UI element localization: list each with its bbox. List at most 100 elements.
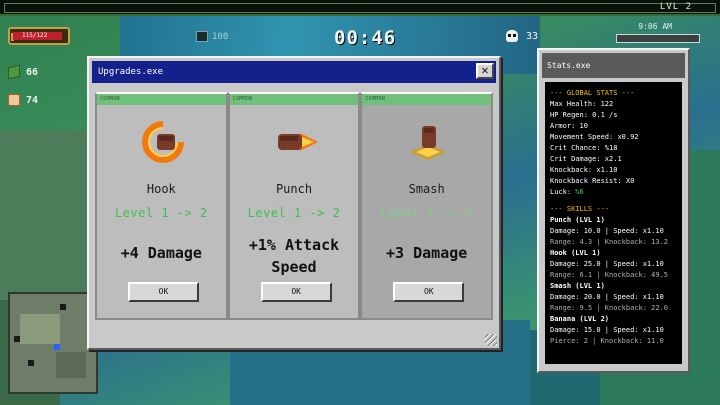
global-stat-row: Max Health: 122 (550, 99, 677, 110)
global-stat-label: Knockback Resist: (550, 177, 626, 185)
upgrade-level: Level 1 -> 2 (380, 206, 474, 220)
background-block (0, 130, 90, 300)
upgrades-title: Upgrades.exe (98, 67, 164, 77)
minimap-terrain (20, 314, 60, 344)
global-stat-row: Crit Chance: %18 (550, 143, 677, 154)
global-stat-value: %6 (575, 188, 584, 196)
global-stats-list: Max Health: 122 HP Regen: 0.1 /s Armor: 10… (550, 99, 677, 198)
minimap-enemy (14, 336, 20, 342)
skill-stat-name: Smash (LVL 1) (550, 282, 605, 290)
rarity-label: COMMON (229, 94, 359, 105)
upgrade-name: Smash (408, 182, 445, 196)
global-stat-label: Crit Damage: (550, 155, 605, 163)
money-icon (8, 64, 20, 80)
minimap (8, 292, 98, 394)
chest-value: 100 (212, 31, 229, 42)
global-stat-value: x0.92 (617, 133, 639, 141)
level-label: LVL 2 (659, 2, 692, 12)
ok-button[interactable]: OK (260, 282, 332, 302)
global-stat-value: x1.10 (596, 166, 618, 174)
rarity-label: COMMON (362, 94, 492, 105)
global-stat-value: X0 (625, 177, 635, 185)
global-stat-label: Luck: (550, 188, 576, 196)
skill-stat-line: Pierce: 2 | Knockback: 11.0 (550, 337, 664, 345)
global-stat-row: Movement Speed: x0.92 (550, 132, 677, 143)
minimap-enemy (60, 304, 66, 310)
global-stat-label: Crit Chance: (550, 144, 605, 152)
minimap-player (54, 344, 60, 350)
health-text: 115/122 (22, 32, 48, 39)
food-icon (8, 94, 20, 106)
global-stat-value: x2.1 (604, 155, 622, 163)
kill-value: 33 (526, 30, 539, 42)
kill-counter: 33 (506, 30, 538, 42)
skill-stat-line: Range: 9.5 | Knockback: 22.0 (550, 304, 669, 312)
upgrade-card-punch[interactable]: COMMON Punch Level 1 -> 2 +1% Attack Spe… (227, 92, 361, 320)
global-stat-row: Knockback Resist: X0 (550, 176, 677, 187)
global-stat-label: Movement Speed: (550, 133, 618, 141)
ok-button[interactable]: OK (128, 282, 199, 302)
xp-bar (4, 3, 716, 13)
upgrade-effect: +4 Damage (120, 244, 202, 262)
minimap-terrain (56, 352, 86, 378)
upgrade-card-hook[interactable]: COMMON Hook Level 1 -> 2 +4 Damage OK (95, 92, 228, 320)
money-value: 66 (26, 66, 39, 78)
global-stat-label: HP Regen: (550, 111, 593, 119)
global-stat-value: 122 (600, 100, 614, 108)
stats-console: --- GLOBAL STATS --- Max Health: 122 HP R… (545, 82, 682, 364)
food-counter: 74 (8, 94, 38, 106)
upgrade-effect: +3 Damage (386, 244, 468, 262)
xp-top-bar: LVL 2 (0, 0, 720, 16)
close-button[interactable]: ✕ (476, 63, 494, 79)
global-stat-label: Max Health: (550, 100, 601, 108)
ok-button[interactable]: OK (393, 282, 465, 302)
clock-time: 9:06 AM (638, 22, 672, 31)
global-stat-value: 0.1 /s (592, 111, 618, 119)
upgrade-level: Level 1 -> 2 (247, 206, 341, 220)
skill-stat-line: Damage: 10.0 | Speed: x1.10 (550, 227, 664, 235)
global-stat-value: 10 (579, 122, 588, 130)
round-timer: 00:46 (334, 27, 397, 49)
global-stat-row: Knockback: x1.10 (550, 165, 677, 176)
skill-stat-line: Damage: 20.0 | Speed: x1.10 (550, 293, 664, 301)
chest-icon (196, 31, 208, 42)
skill-stat-line: Damage: 15.0 | Speed: x1.10 (550, 326, 664, 334)
upgrade-effect-line: Speed (271, 258, 317, 276)
skull-icon (506, 30, 518, 42)
hook-fist-icon (139, 118, 187, 166)
global-stat-row: Crit Damage: x2.1 (550, 154, 677, 165)
money-counter: 66 (8, 64, 39, 80)
stats-title-bar[interactable]: Stats.exe (542, 53, 685, 78)
global-stat-row: Luck: %6 (550, 187, 677, 198)
upgrade-name: Punch (275, 182, 313, 196)
skills-header: --- SKILLS --- (550, 205, 610, 213)
upgrade-card-smash[interactable]: COMMON Smash Level 1 -> 2 +3 Damage OK (360, 92, 494, 320)
upgrade-level: Level 1 -> 2 (114, 206, 208, 220)
skill-stat-name: Punch (LVL 1) (550, 216, 605, 224)
skills-list: Punch (LVL 1) Damage: 10.0 | Speed: x1.10… (550, 215, 677, 347)
rarity-label: COMMON (97, 94, 226, 105)
global-stat-label: Armor: (550, 122, 580, 130)
food-value: 74 (26, 94, 39, 106)
upgrade-effect: +1% Attack Speed (230, 234, 359, 278)
skill-stat-name: Banana (LVL 2) (550, 315, 610, 323)
upgrade-effect-line: +1% Attack (248, 236, 340, 254)
punch-fist-icon (272, 118, 320, 166)
skill-stat-name: Hook (LVL 1) (550, 249, 601, 257)
health-bar: 115/122 (8, 27, 70, 45)
stats-title: Stats.exe (547, 61, 591, 70)
global-stat-value: %18 (604, 144, 618, 152)
smash-fist-icon (404, 118, 452, 166)
upgrades-title-bar[interactable]: Upgrades.exe ✕ (92, 61, 496, 83)
resize-grip[interactable] (485, 334, 497, 346)
skill-stat-line: Damage: 25.0 | Speed: x1.10 (550, 260, 664, 268)
global-stats-header: --- GLOBAL STATS --- (550, 89, 635, 97)
chest-counter: 100 (196, 31, 228, 42)
skill-stat-line: Range: 6.1 | Knockback: 49.5 (550, 271, 669, 279)
upgrade-name: Hook (146, 182, 176, 196)
stats-window: Stats.exe --- GLOBAL STATS --- Max Healt… (537, 48, 690, 373)
clock-bar (616, 34, 700, 43)
minimap-enemy (28, 360, 34, 366)
upgrade-cards: COMMON Hook Level 1 -> 2 +4 Damage OK CO… (95, 92, 494, 320)
global-stat-label: Knockback: (550, 166, 597, 174)
